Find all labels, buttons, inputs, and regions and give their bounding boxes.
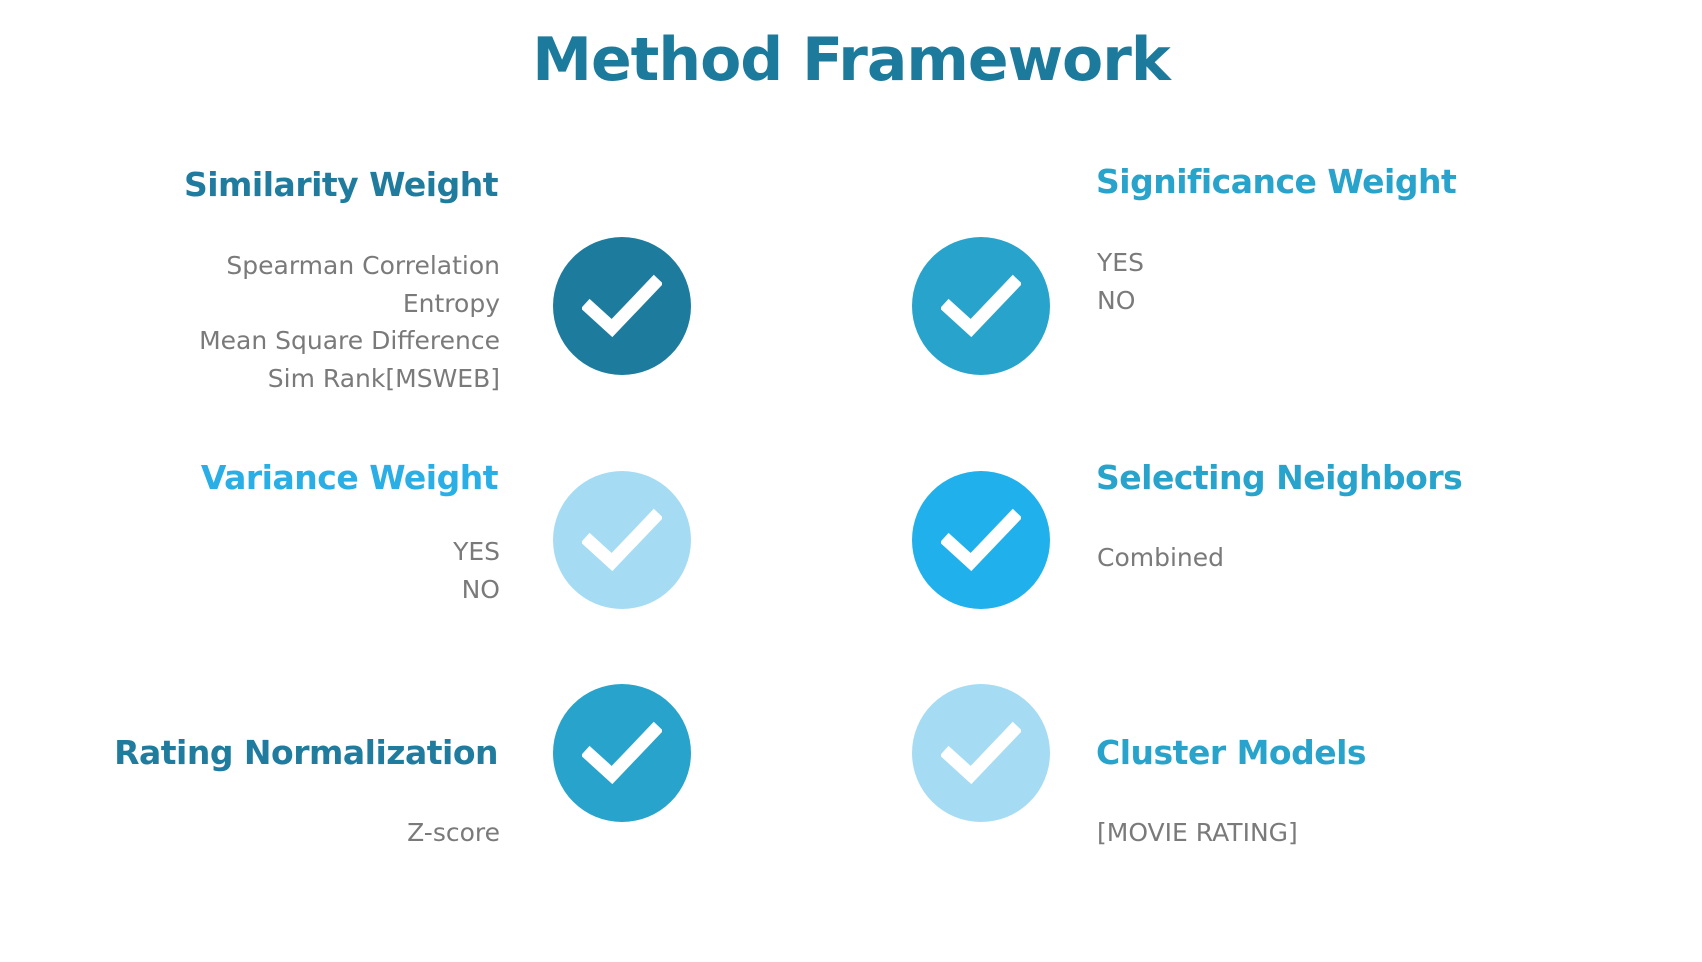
significance-option: YES [1097, 248, 1144, 277]
selecting-neighbors-heading: Selecting Neighbors [1096, 458, 1463, 497]
similarity-option: Sim Rank[MSWEB] [267, 363, 500, 393]
check-icon [582, 274, 662, 338]
variance-weight-heading: Variance Weight [200, 458, 499, 497]
variance-check-badge [553, 471, 691, 609]
cluster-option: [MOVIE RATING] [1097, 818, 1298, 847]
rating-normalization-options: Z-score [407, 814, 500, 852]
cluster-models-heading: Cluster Models [1096, 733, 1367, 772]
rating-normalization-heading: Rating Normalization [114, 733, 498, 772]
check-icon [941, 508, 1021, 572]
check-icon [941, 274, 1021, 338]
check-icon [582, 721, 662, 785]
variance-weight-options: YES NO [453, 533, 500, 608]
cluster-check-badge [912, 684, 1050, 822]
selecting-neighbors-options: Combined [1097, 539, 1224, 577]
normalization-option: Z-score [407, 818, 500, 847]
normalization-check-badge [553, 684, 691, 822]
similarity-check-badge [553, 237, 691, 375]
significance-check-badge [912, 237, 1050, 375]
similarity-weight-heading: Similarity Weight [183, 165, 499, 204]
significance-option: NO [1097, 285, 1136, 315]
variance-option: NO [461, 574, 500, 604]
similarity-option: Spearman Correlation [226, 251, 500, 280]
page-title: Method Framework [532, 25, 1170, 95]
variance-option: YES [453, 537, 500, 566]
cluster-models-options: [MOVIE RATING] [1097, 814, 1298, 852]
neighbors-check-badge [912, 471, 1050, 609]
neighbors-option: Combined [1097, 543, 1225, 572]
check-icon [941, 721, 1021, 785]
similarity-option: Mean Square Difference [199, 326, 500, 355]
check-icon [582, 508, 662, 572]
similarity-option: Entropy [402, 288, 500, 318]
significance-weight-options: YES NO [1097, 244, 1144, 319]
similarity-weight-options: Spearman Correlation Entropy Mean Square… [199, 247, 500, 397]
significance-weight-heading: Significance Weight [1096, 162, 1457, 201]
